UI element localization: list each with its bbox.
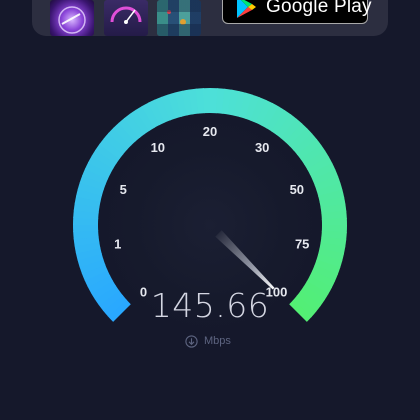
gauge-scale-label: 20 [203,124,217,139]
gauge-scale-label: 75 [295,236,309,251]
gauge-arc-segment [73,223,99,233]
speed-unit: Mbps [185,333,231,349]
gauge-scale-label: 1 [114,236,121,251]
speed-unit-label: Mbps [204,335,231,347]
gauge-scale-label: 5 [120,182,127,197]
speed-value: 145.66 [150,286,270,325]
speed-gauge: 0151020305075100 [73,88,347,336]
gauge-arc-segment [321,217,347,227]
speedtest-screen: Google Play 0 1 5 10 20 30 50 75 100 145.66 [0,0,420,420]
gauge-scale-label: 10 [151,140,165,155]
gauge-arc-segment [202,88,212,114]
download-arrow-icon [185,334,198,348]
gauge-scale-label: 30 [255,140,269,155]
gauge-scale-label: 50 [290,182,304,197]
